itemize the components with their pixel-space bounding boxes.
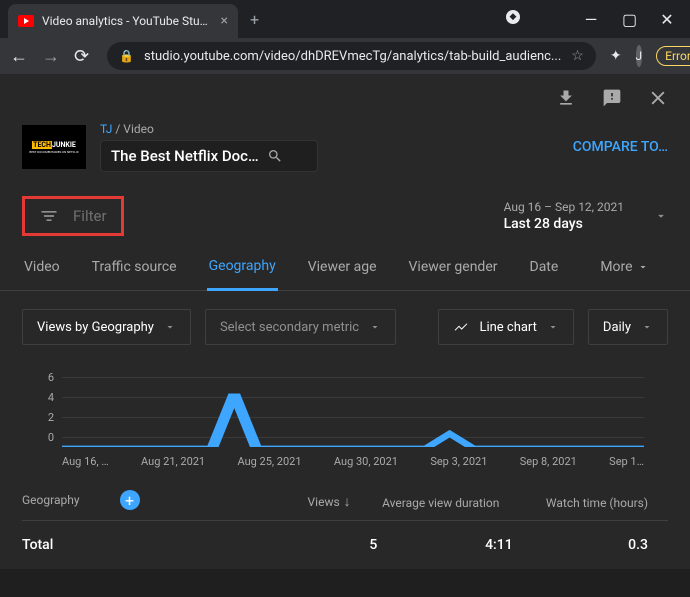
tab-viewer-gender[interactable]: Viewer gender (407, 245, 500, 289)
video-header: TECHJUNKIE BEST DOCUMENTARIES ON NETFLIX… (0, 116, 690, 186)
extensions-icon[interactable]: ✦ (610, 48, 622, 64)
data-table: Geography + Views↓ Average view duration… (0, 490, 690, 569)
close-panel-icon[interactable] (648, 88, 668, 108)
filter-input[interactable]: Filter (22, 196, 124, 236)
youtube-icon (18, 15, 34, 27)
star-icon[interactable]: ☆ (571, 48, 584, 64)
cell-views: 5 (262, 537, 397, 553)
x-tick: Aug 21, 2021 (141, 455, 205, 468)
x-tick: Aug 25, 2021 (237, 455, 301, 468)
cell-watch-time: 0.3 (533, 537, 668, 553)
table-row: Total 5 4:11 0.3 (22, 521, 668, 569)
breadcrumb-channel[interactable]: TJ (100, 122, 112, 136)
cell-avg-duration: 4:11 (397, 537, 532, 553)
x-tick: Aug 30, 2021 (334, 455, 398, 468)
reload-button[interactable]: ⟳ (74, 46, 89, 67)
breadcrumb-video: Video (123, 122, 154, 136)
tab-video[interactable]: Video (22, 245, 62, 289)
x-tick: Sep 3, 2021 (430, 455, 487, 468)
chevron-down-icon (164, 321, 176, 333)
y-tick: 0 (40, 431, 54, 444)
column-header-geography[interactable]: Geography (22, 493, 80, 507)
close-button[interactable]: ✕ (660, 10, 674, 29)
x-tick: Sep 8, 2021 (520, 455, 577, 468)
browser-titlebar: Video analytics - YouTube Studio × + ◆ —… (0, 0, 690, 38)
browser-tab[interactable]: Video analytics - YouTube Studio × (8, 4, 238, 38)
cell-geography: Total (22, 537, 262, 553)
chevron-down-icon (547, 321, 559, 333)
tab-title: Video analytics - YouTube Studio (42, 14, 213, 28)
tab-traffic-source[interactable]: Traffic source (90, 245, 179, 289)
tab-date[interactable]: Date (528, 245, 561, 289)
search-icon (267, 148, 283, 164)
add-column-button[interactable]: + (120, 490, 140, 510)
chevron-down-icon (637, 261, 649, 273)
x-tick: Sep 1… (609, 455, 644, 468)
y-tick: 4 (40, 391, 54, 404)
download-icon[interactable] (556, 88, 576, 108)
address-bar: ← → ⟳ 🔒 studio.youtube.com/video/dhDREVm… (0, 38, 690, 74)
back-button[interactable]: ← (10, 46, 28, 67)
error-badge[interactable]: Error⋮ (656, 46, 690, 66)
maximize-button[interactable]: ▢ (622, 10, 636, 29)
column-header-watch-time[interactable]: Watch time (hours) (519, 496, 668, 510)
new-tab-button[interactable]: + (250, 10, 259, 29)
feedback-icon[interactable] (602, 88, 622, 108)
video-title-selector[interactable]: The Best Netflix Doc… (100, 140, 318, 172)
column-header-views[interactable]: Views↓ (222, 493, 371, 510)
compare-button[interactable]: COMPARE TO… (573, 139, 668, 155)
y-tick: 2 (40, 411, 54, 424)
profile-avatar[interactable]: J (636, 45, 643, 67)
tab-more[interactable]: More (598, 245, 650, 289)
x-tick: Aug 16, … (62, 455, 109, 468)
line-chart: 6 4 2 0 Aug 16, … Aug 21, 2021 Aug 25, 2… (0, 363, 690, 474)
tab-close-icon[interactable]: × (221, 13, 228, 29)
filter-icon (39, 206, 59, 226)
date-period-text: Last 28 days (504, 216, 624, 232)
chevron-down-icon (369, 321, 381, 333)
date-range-text: Aug 16 – Sep 12, 2021 (504, 200, 624, 214)
tab-viewer-age[interactable]: Viewer age (306, 245, 379, 289)
video-title: The Best Netflix Doc… (111, 147, 259, 165)
tab-geography[interactable]: Geography (207, 244, 278, 291)
video-thumbnail[interactable]: TECHJUNKIE BEST DOCUMENTARIES ON NETFLIX (22, 125, 86, 169)
chart-type-selector[interactable]: Line chart (438, 309, 573, 345)
chevron-down-icon (654, 209, 668, 223)
y-tick: 6 (40, 371, 54, 384)
analytics-tabs: Video Traffic source Geography Viewer ag… (0, 244, 690, 291)
line-chart-icon (453, 319, 469, 335)
minimize-button[interactable]: — (584, 10, 598, 29)
url-box[interactable]: 🔒 studio.youtube.com/video/dhDREVmecTg/a… (107, 42, 596, 70)
identity-icon[interactable]: ◆ (506, 10, 520, 24)
secondary-metric-selector[interactable]: Select secondary metric (205, 309, 396, 345)
forward-button[interactable]: → (42, 46, 60, 67)
breadcrumb: TJ / Video (100, 122, 318, 136)
chart-series (62, 367, 644, 447)
primary-metric-selector[interactable]: Views by Geography (22, 309, 191, 345)
filter-placeholder: Filter (73, 207, 107, 225)
lock-icon: 🔒 (119, 49, 134, 63)
column-header-avg-duration[interactable]: Average view duration (371, 496, 520, 510)
url-text: studio.youtube.com/video/dhDREVmecTg/ana… (144, 49, 561, 64)
chevron-down-icon (641, 321, 653, 333)
date-range-picker[interactable]: Aug 16 – Sep 12, 2021 Last 28 days (504, 200, 668, 232)
page-content: TECHJUNKIE BEST DOCUMENTARIES ON NETFLIX… (0, 74, 690, 569)
sort-desc-icon: ↓ (344, 493, 351, 510)
granularity-selector[interactable]: Daily (588, 309, 668, 345)
